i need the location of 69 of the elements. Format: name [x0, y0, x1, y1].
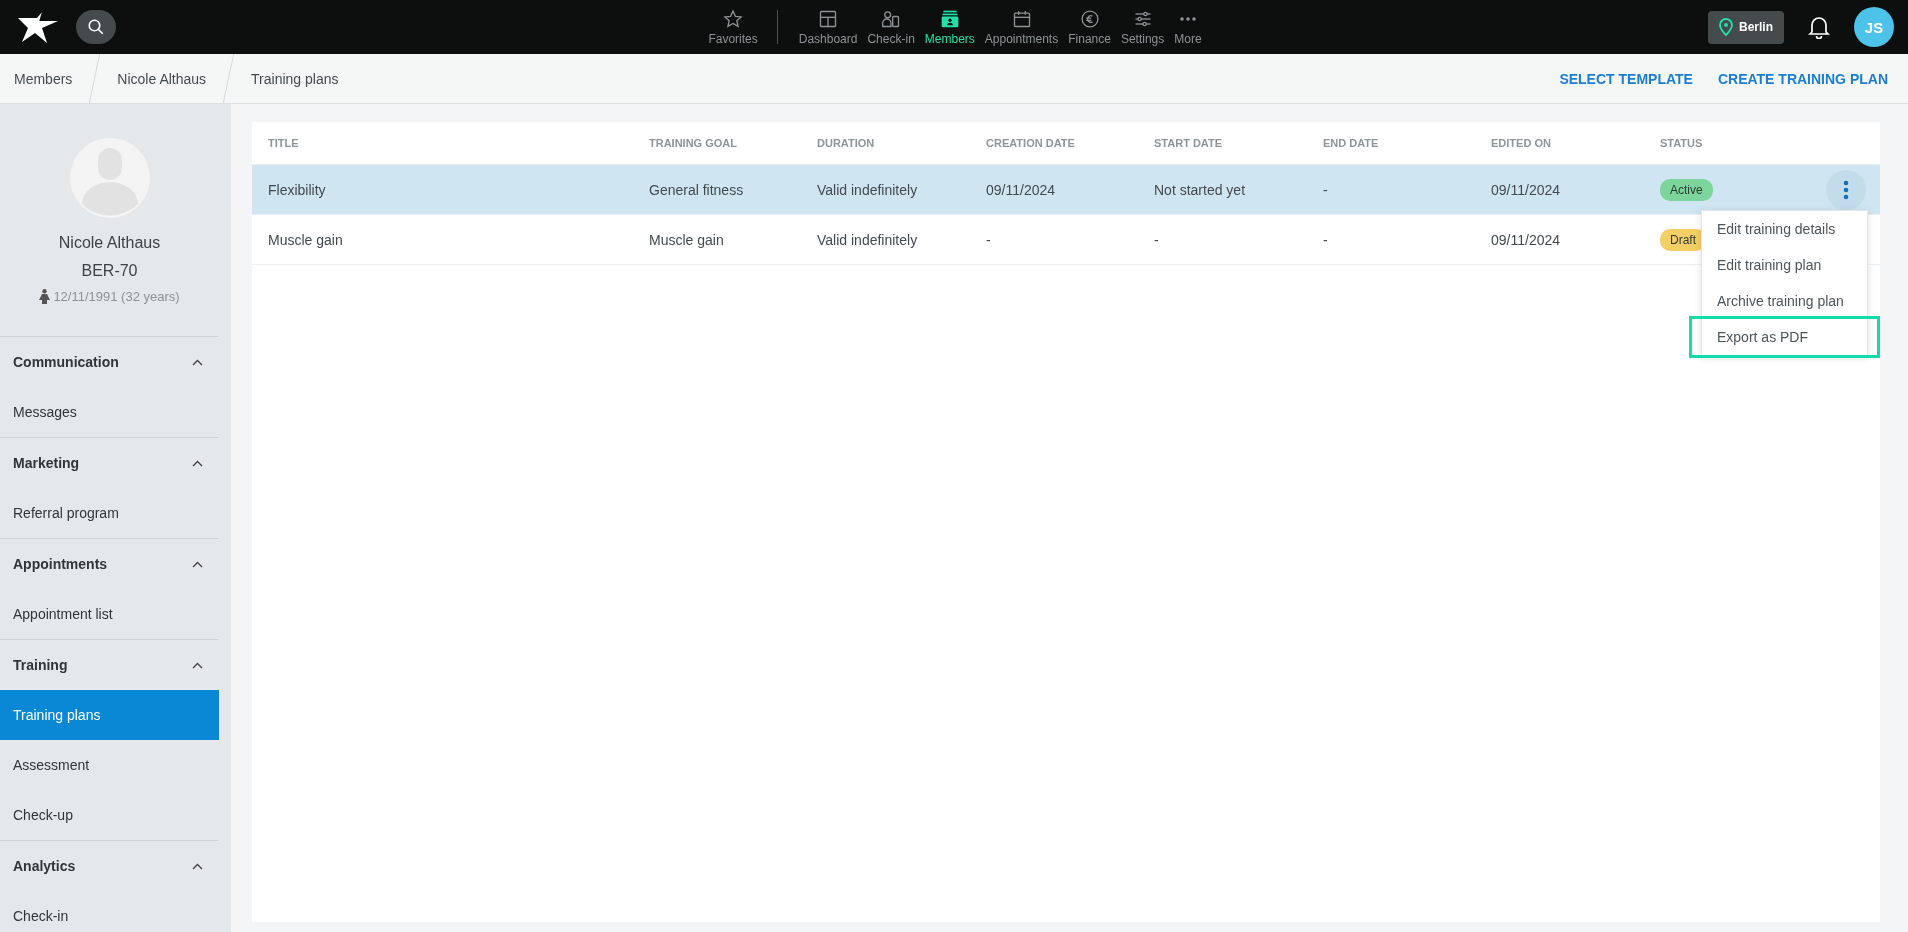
table-cell-text: General fitness — [649, 181, 745, 198]
column-header: EDITED ON — [1491, 137, 1552, 149]
table-cell-text: Muscle gain — [268, 231, 344, 248]
birth-date: 12/11/1991 (32 years) — [53, 289, 180, 304]
sidebar-item[interactable]: Assessment — [0, 740, 219, 790]
table-cell-text: 09/11/2024 — [1491, 181, 1562, 198]
location-button[interactable]: Berlin — [1708, 10, 1784, 44]
sidebar-section-header[interactable]: Appointments — [0, 539, 219, 589]
table-cell-text: Valid indefinitely — [817, 231, 919, 248]
bell-icon[interactable] — [1808, 15, 1830, 39]
column-header: START DATE — [1154, 137, 1224, 149]
nav-item[interactable]: Dashboard — [793, 8, 863, 46]
nav-item[interactable]: Settings — [1115, 8, 1170, 46]
member-id: BER-70 — [81, 262, 138, 280]
euro-icon — [1079, 8, 1100, 29]
breadcrumb-link[interactable]: Nicole Althaus — [103, 54, 221, 103]
more-options-button[interactable] — [1826, 169, 1866, 210]
menu-item[interactable]: Archive training plan — [1702, 282, 1867, 319]
menu-item[interactable]: Export as PDF — [1702, 318, 1867, 355]
sidebar-item[interactable]: Referral program — [0, 488, 219, 538]
table-cell-text: - — [1323, 181, 1329, 198]
nav-item[interactable]: Check-in — [862, 8, 920, 46]
nav-item[interactable]: More — [1169, 8, 1207, 46]
star-logo-icon — [16, 10, 60, 44]
breadcrumb-link[interactable]: Members — [0, 54, 87, 103]
sidebar-section-header[interactable]: Training — [0, 640, 219, 690]
column-header: END DATE — [1323, 137, 1380, 149]
favorites-nav-item[interactable]: Favorites — [703, 8, 763, 46]
search-icon — [87, 18, 105, 36]
more-icon — [1178, 15, 1197, 22]
table-cell-text: - — [1154, 231, 1160, 248]
column-header: STATUS — [1660, 137, 1704, 149]
table-cell-text: - — [1323, 231, 1329, 248]
sidebar-item[interactable]: Check-up — [0, 790, 219, 840]
calendar-icon — [1011, 8, 1032, 29]
map-pin-icon — [1719, 18, 1733, 36]
sidebar-item[interactable]: Appointment list — [0, 589, 219, 639]
kebab-icon — [1843, 179, 1849, 200]
star-icon — [723, 8, 744, 29]
search-button[interactable] — [76, 10, 116, 44]
nav-item[interactable]: Members — [919, 8, 980, 46]
sidebar-item[interactable]: Messages — [0, 387, 219, 437]
table-cell-text: 09/11/2024 — [1491, 231, 1562, 248]
female-person-icon — [39, 289, 51, 304]
action-link[interactable]: CREATE TRAINING PLAN — [1717, 70, 1888, 87]
dashboard-icon — [818, 8, 839, 29]
column-header: TITLE — [268, 137, 300, 149]
sidebar-item[interactable]: Check-in — [0, 891, 219, 932]
person-card-icon — [881, 8, 902, 29]
nav-item[interactable]: Appointments — [979, 8, 1064, 46]
table-cell-text: Valid indefinitely — [817, 181, 919, 198]
sidebar-item[interactable]: Training plans — [0, 690, 219, 740]
members-icon — [939, 8, 960, 29]
table-cell-text: - — [986, 231, 992, 248]
nav-item[interactable]: Finance — [1063, 8, 1116, 46]
table-cell-text: 09/11/2024 — [986, 181, 1057, 198]
column-header: DURATION — [817, 137, 876, 149]
column-header: CREATION DATE — [986, 137, 1076, 149]
status-badge: Active — [1660, 178, 1713, 201]
table-cell-text: Not started yet — [1154, 181, 1247, 198]
member-name: Nicole Althaus — [58, 234, 161, 252]
sidebar-section-header[interactable]: Communication — [0, 337, 219, 387]
action-link[interactable]: SELECT TEMPLATE — [1559, 70, 1693, 87]
table-cell-text: Muscle gain — [649, 231, 725, 248]
sidebar-section-header[interactable]: Marketing — [0, 438, 219, 488]
sidebar-section-header[interactable]: Analytics — [0, 841, 219, 891]
column-header: TRAINING GOAL — [649, 137, 738, 149]
table-cell-text: Flexibility — [268, 181, 327, 198]
breadcrumb-link[interactable]: Training plans — [237, 54, 353, 103]
